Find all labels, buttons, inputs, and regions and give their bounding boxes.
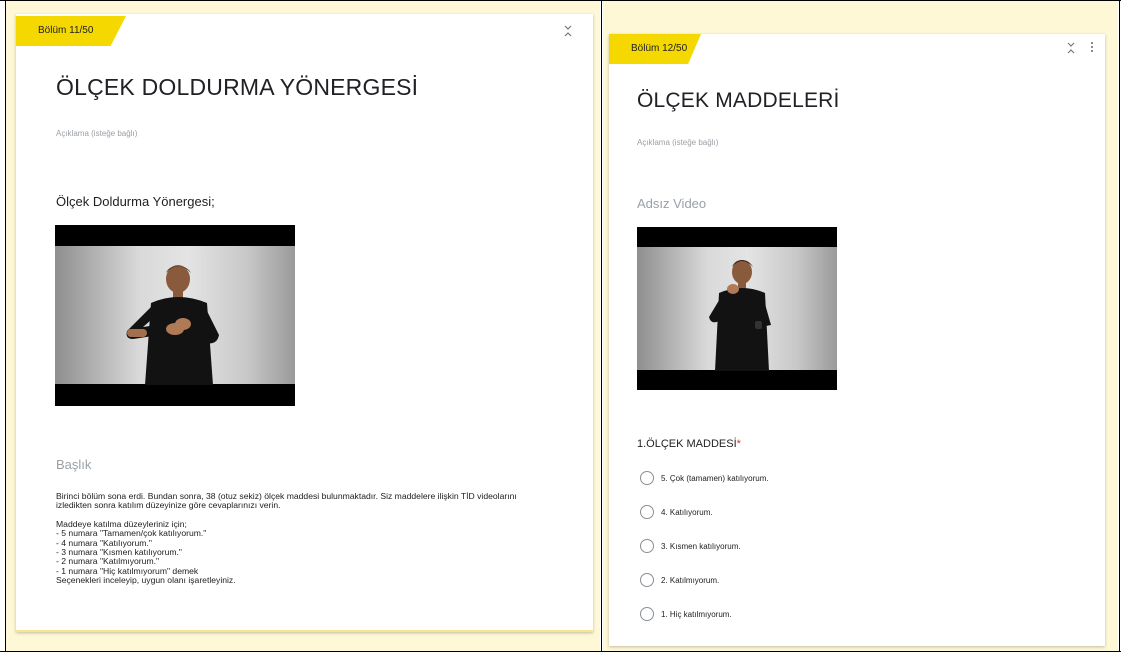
- question-title-text: 1.ÖLÇEK MADDESİ: [637, 438, 737, 450]
- section-card-12: Bölüm 12/50 ÖLÇEK MADDELERİ Açıklama (is…: [609, 34, 1105, 646]
- body-line: izledikten sonra katılım düzeyinize göre…: [56, 500, 281, 511]
- video-item-title[interactable]: Ölçek Doldurma Yönergesi;: [56, 194, 215, 209]
- more-vert-icon[interactable]: [1090, 42, 1094, 56]
- section-description-field[interactable]: Açıklama (isteğe bağlı): [56, 129, 137, 138]
- radio-circle-icon[interactable]: [640, 573, 654, 587]
- option-2[interactable]: 2. Katılmıyorum.: [640, 573, 719, 587]
- sign-language-video[interactable]: [55, 225, 295, 406]
- radio-circle-icon[interactable]: [640, 505, 654, 519]
- required-marker: *: [736, 438, 741, 450]
- collapse-icon[interactable]: [563, 24, 573, 38]
- option-label: 4. Katılıyorum.: [661, 507, 713, 517]
- signer-figure: [121, 261, 231, 385]
- option-3[interactable]: 3. Kısmen katılıyorum.: [640, 539, 741, 553]
- section-tab: Bölüm 11/50: [16, 16, 126, 46]
- collapse-icon[interactable]: [1066, 41, 1076, 55]
- section-title[interactable]: ÖLÇEK MADDELERİ: [637, 89, 840, 113]
- left-panel: Bölüm 11/50 ÖLÇEK DOLDURMA YÖNERGESİ Açı…: [6, 0, 600, 652]
- option-1[interactable]: 1. Hiç katılmıyorum.: [640, 607, 732, 621]
- option-label: 2. Katılmıyorum.: [661, 575, 720, 585]
- text-item-description[interactable]: Birinci bölüm sona erdi. Bundan sonra, 3…: [56, 491, 517, 586]
- option-4[interactable]: 4. Katılıyorum.: [640, 505, 713, 519]
- option-label: 1. Hiç katılmıyorum.: [661, 609, 732, 619]
- frame-top-border: [0, 0, 1121, 1]
- frame-right-border: [1119, 0, 1120, 652]
- body-line: Seçenekleri inceleyip, uygun olanı işare…: [56, 575, 236, 586]
- radio-circle-icon[interactable]: [640, 471, 654, 485]
- option-5[interactable]: 5. Çok (tamamen) katılıyorum.: [640, 471, 769, 485]
- text-item-title-field[interactable]: Başlık: [56, 457, 91, 472]
- video-item-title-field[interactable]: Adsız Video: [637, 196, 706, 211]
- radio-circle-icon[interactable]: [640, 539, 654, 553]
- section-description-field[interactable]: Açıklama (isteğe bağlı): [637, 138, 718, 147]
- section-title[interactable]: ÖLÇEK DOLDURMA YÖNERGESİ: [56, 74, 418, 101]
- sign-language-video[interactable]: [637, 227, 837, 390]
- signer-figure: [697, 255, 777, 371]
- section-tab: Bölüm 12/50: [609, 34, 701, 64]
- option-label: 5. Çok (tamamen) katılıyorum.: [661, 473, 769, 483]
- right-panel: Bölüm 12/50 ÖLÇEK MADDELERİ Açıklama (is…: [603, 0, 1118, 652]
- section-card-11: Bölüm 11/50 ÖLÇEK DOLDURMA YÖNERGESİ Açı…: [16, 14, 593, 632]
- frame-left-border: [5, 0, 6, 652]
- option-label: 3. Kısmen katılıyorum.: [661, 541, 741, 551]
- question-title[interactable]: 1.ÖLÇEK MADDESİ*: [637, 438, 741, 450]
- radio-circle-icon[interactable]: [640, 607, 654, 621]
- frame-divider: [601, 0, 602, 652]
